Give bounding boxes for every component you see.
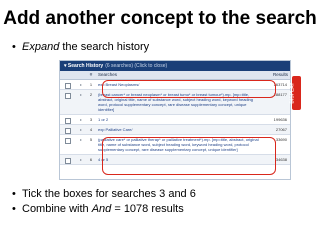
row-number: 2 (89, 92, 93, 97)
bullet-expand: • Expand the search history (12, 41, 149, 53)
row-results: 27067 (275, 127, 287, 132)
row-results: 199636 (273, 117, 287, 122)
row-number: 3 (89, 117, 93, 122)
bullet-tick: • Tick the boxes for searches 3 and 6 (12, 188, 196, 200)
history-row: ▸ 4 exp Palliative Care/ 27067 (60, 125, 290, 135)
col-num: # (89, 72, 93, 77)
bullet-emph: Expand (22, 41, 60, 53)
row-checkbox[interactable] (65, 128, 71, 134)
row-checkbox[interactable] (65, 93, 71, 99)
row-number: 1 (89, 82, 93, 87)
row-checkbox[interactable] (65, 83, 71, 89)
expand-icon[interactable]: ▸ (76, 115, 86, 124)
row-search-text: exp Palliative Care/ (98, 127, 133, 132)
side-display-tab[interactable]: DISPLAY (289, 76, 301, 110)
bullet-rest: the search history (59, 41, 150, 53)
expand-icon[interactable]: ▸ (76, 125, 86, 134)
bullet-pre: Combine with (22, 203, 92, 215)
row-number: 5 (89, 137, 93, 142)
bullet-post: = 1078 results (111, 203, 184, 215)
row-checkbox[interactable] (65, 138, 71, 144)
bullet-emph: And (91, 203, 112, 215)
row-checkbox[interactable] (65, 118, 71, 124)
row-checkbox[interactable] (65, 158, 71, 164)
slide-title: Add another concept to the search (3, 8, 317, 29)
highlight-ring-search-3 (102, 80, 276, 98)
row-search-text: 1 or 2 (98, 117, 109, 122)
bullet-combine: • Combine with And = 1078 results (12, 203, 184, 215)
bullet-dot: • (12, 203, 16, 215)
search-history-subtitle[interactable]: (6 searches) (Click to close) (105, 63, 167, 69)
search-history-header[interactable]: ▾ Search History (6 searches) (Click to c… (60, 61, 290, 71)
history-row: ▸ 3 1 or 2 199636 (60, 115, 290, 125)
bullet-dot: • (12, 188, 16, 200)
highlight-ring-search-6 (102, 137, 276, 175)
row-number: 6 (89, 157, 93, 162)
expand-icon[interactable]: ▸ (76, 135, 86, 154)
row-number: 4 (89, 127, 93, 132)
expand-icon[interactable]: ▸ (76, 90, 86, 114)
bullet-text: Tick the boxes for searches 3 and 6 (22, 188, 196, 200)
col-searches: Searches (98, 72, 118, 77)
bullet-dot: • (12, 41, 16, 53)
history-table-header: # Searches Results (60, 71, 290, 80)
search-history-title: Search History (67, 63, 104, 69)
col-results: Results (272, 72, 288, 77)
side-display-label: DISPLAY (289, 82, 296, 104)
expand-icon[interactable]: ▸ (76, 155, 86, 164)
expand-icon[interactable]: ▸ (76, 80, 86, 89)
